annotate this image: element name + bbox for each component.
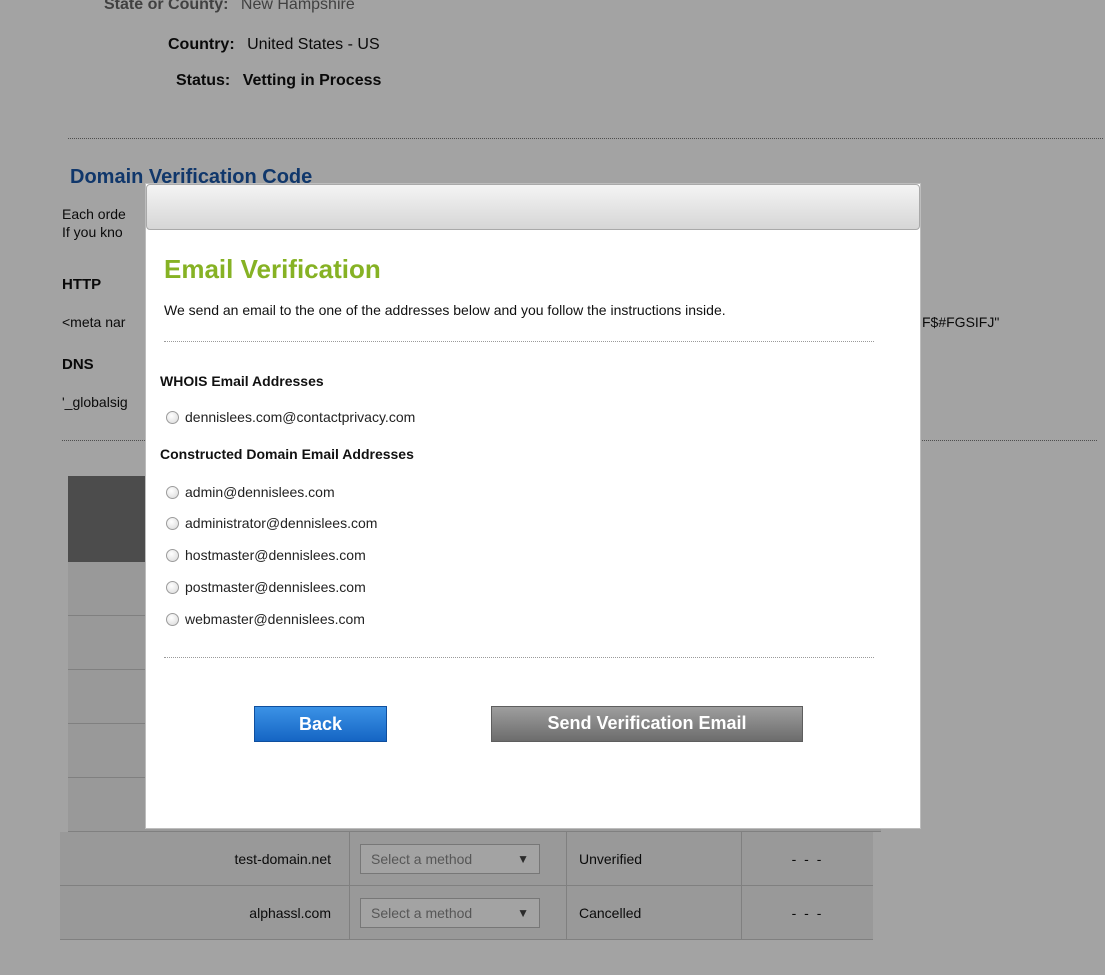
radio-button-icon[interactable] [166, 485, 179, 499]
email-verification-dialog: Email Verification We send an email to t… [145, 183, 921, 829]
whois-heading: WHOIS Email Addresses [160, 373, 324, 389]
radio-option-label: postmaster@dennislees.com [185, 579, 366, 595]
constructed-radio-option[interactable]: administrator@dennislees.com [166, 513, 377, 533]
radio-button-icon[interactable] [166, 612, 179, 626]
radio-button-icon[interactable] [166, 548, 179, 562]
constructed-radio-option[interactable]: webmaster@dennislees.com [166, 609, 365, 629]
constructed-radio-option[interactable]: hostmaster@dennislees.com [166, 545, 366, 565]
radio-option-label: administrator@dennislees.com [185, 515, 378, 531]
radio-button-icon[interactable] [166, 516, 179, 530]
radio-button-icon[interactable] [166, 410, 179, 424]
radio-button-icon[interactable] [166, 580, 179, 594]
dialog-divider-bottom [164, 657, 874, 658]
whois-radio-option[interactable]: dennislees.com@contactprivacy.com [166, 407, 415, 427]
dialog-title: Email Verification [164, 254, 381, 284]
constructed-heading: Constructed Domain Email Addresses [160, 446, 414, 462]
constructed-radio-option[interactable]: admin@dennislees.com [166, 482, 335, 502]
back-button[interactable]: Back [254, 706, 387, 742]
constructed-radio-option[interactable]: postmaster@dennislees.com [166, 577, 366, 597]
radio-option-label: hostmaster@dennislees.com [185, 547, 366, 563]
send-verification-email-button[interactable]: Send Verification Email [491, 706, 803, 742]
radio-option-label: dennislees.com@contactprivacy.com [185, 409, 416, 425]
dialog-divider-top [164, 341, 874, 342]
radio-option-label: webmaster@dennislees.com [185, 611, 365, 627]
radio-option-label: admin@dennislees.com [185, 484, 335, 500]
dialog-description: We send an email to the one of the addre… [164, 302, 726, 318]
dialog-titlebar[interactable] [146, 184, 920, 230]
